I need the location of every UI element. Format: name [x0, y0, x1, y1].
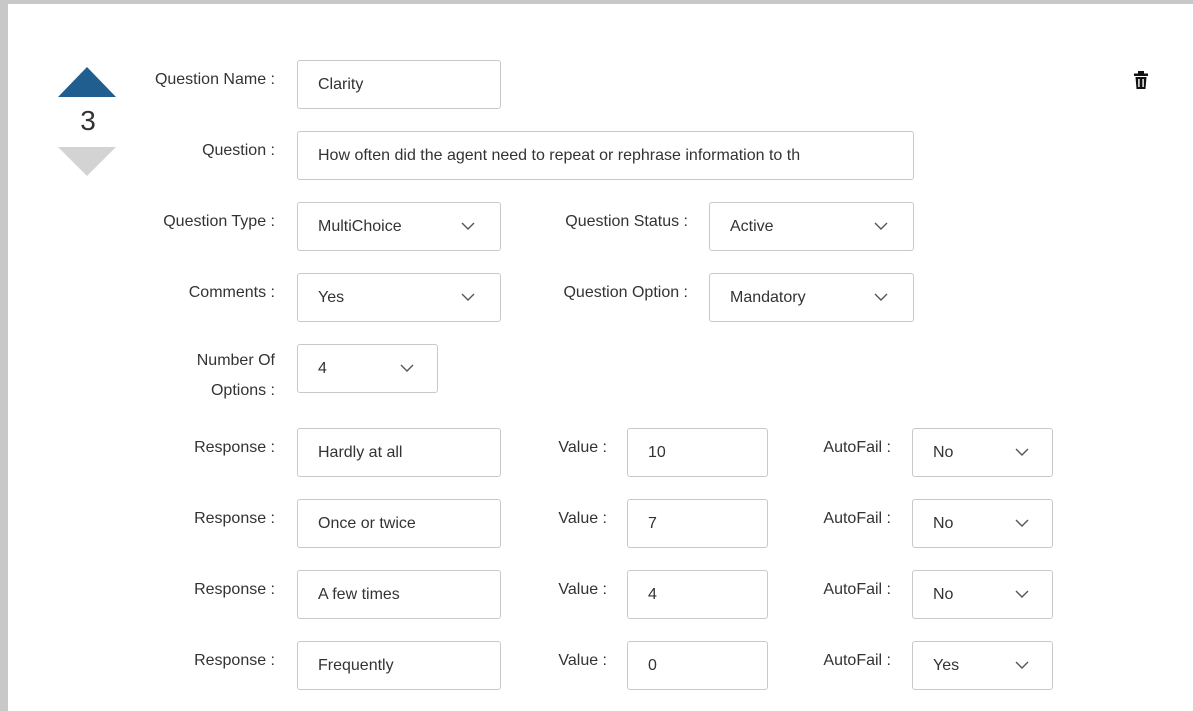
question-label: Question :: [202, 142, 275, 159]
move-down-icon[interactable]: [58, 147, 116, 176]
response-value: Frequently: [318, 656, 394, 674]
chevron-down-icon: [874, 290, 888, 304]
autofail-select[interactable]: Yes: [912, 641, 1053, 690]
move-up-icon[interactable]: [58, 67, 116, 97]
value-value: 0: [648, 656, 657, 674]
response-value: Once or twice: [318, 514, 416, 532]
value-input[interactable]: 0: [627, 641, 768, 690]
response-input[interactable]: Hardly at all: [297, 428, 501, 477]
autofail-select[interactable]: No: [912, 499, 1053, 548]
number-of-options-label: Number Of Options :: [118, 350, 275, 402]
autofail-value: No: [933, 443, 954, 461]
value-value: 7: [648, 514, 657, 532]
response-input[interactable]: Frequently: [297, 641, 501, 690]
comments-select[interactable]: Yes: [297, 273, 501, 322]
chevron-down-icon: [1015, 445, 1029, 459]
trash-icon[interactable]: [1134, 71, 1148, 89]
value-value: 10: [648, 443, 666, 461]
question-input[interactable]: How often did the agent need to repeat o…: [297, 131, 914, 180]
chevron-down-icon: [400, 361, 414, 375]
value-value: 4: [648, 585, 657, 603]
response-value: Hardly at all: [318, 443, 403, 461]
response-value: A few times: [318, 585, 400, 603]
autofail-value: No: [933, 585, 954, 603]
question-name-input[interactable]: Clarity: [297, 60, 501, 109]
question-status-select[interactable]: Active: [709, 202, 914, 251]
autofail-value: Yes: [933, 656, 960, 674]
chevron-down-icon: [461, 219, 475, 233]
autofail-label: AutoFail :: [823, 439, 891, 456]
question-option-label: Question Option :: [563, 284, 688, 301]
value-input[interactable]: 7: [627, 499, 768, 548]
question-name-label: Question Name :: [154, 71, 275, 88]
question-type-select[interactable]: MultiChoice: [297, 202, 501, 251]
value-input[interactable]: 10: [627, 428, 768, 477]
response-label: Response :: [194, 439, 275, 456]
response-label: Response :: [194, 581, 275, 598]
autofail-value: No: [933, 514, 954, 532]
value-label: Value :: [558, 439, 607, 456]
response-label: Response :: [194, 510, 275, 527]
response-input[interactable]: Once or twice: [297, 499, 501, 548]
value-label: Value :: [558, 652, 607, 669]
response-input[interactable]: A few times: [297, 570, 501, 619]
question-value: How often did the agent need to repeat o…: [318, 146, 801, 164]
chevron-down-icon: [1015, 587, 1029, 601]
question-name-value: Clarity: [318, 75, 364, 93]
number-of-options-select[interactable]: 4: [297, 344, 438, 393]
chevron-down-icon: [1015, 516, 1029, 530]
number-of-options-value: 4: [318, 359, 327, 377]
chevron-down-icon: [461, 290, 475, 304]
question-option-select[interactable]: Mandatory: [709, 273, 914, 322]
autofail-select[interactable]: No: [912, 570, 1053, 619]
response-label: Response :: [194, 652, 275, 669]
autofail-label: AutoFail :: [823, 652, 891, 669]
number-of-options-label-line1: Number Of: [196, 352, 275, 369]
autofail-select[interactable]: No: [912, 428, 1053, 477]
question-order-number: 3: [80, 105, 96, 136]
chevron-down-icon: [1015, 658, 1029, 672]
comments-label: Comments :: [188, 284, 275, 301]
question-status-label: Question Status :: [565, 213, 688, 230]
chevron-down-icon: [874, 219, 888, 233]
value-label: Value :: [558, 581, 607, 598]
autofail-label: AutoFail :: [823, 581, 891, 598]
autofail-label: AutoFail :: [823, 510, 891, 527]
question-type-label: Question Type :: [163, 213, 275, 230]
value-input[interactable]: 4: [627, 570, 768, 619]
value-label: Value :: [558, 510, 607, 527]
number-of-options-label-line2: Options :: [210, 382, 275, 399]
